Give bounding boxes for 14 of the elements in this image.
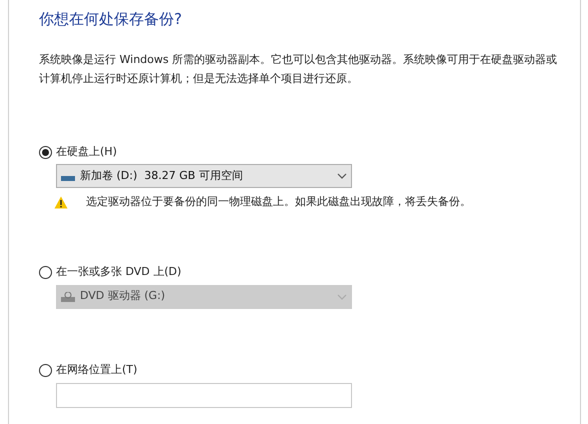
network-location-field[interactable]	[56, 382, 352, 408]
page-title: 你想在何处保存备份?	[39, 9, 183, 30]
option-label: 在一张或多张 DVD 上(D)	[56, 264, 182, 280]
warning-text: 选定驱动器位于要备份的同一物理磁盘上。如果此磁盘出现故障，将丢失备份。	[86, 194, 471, 210]
chevron-down-icon	[337, 173, 347, 179]
option-label: 在网络位置上(T)	[56, 362, 138, 378]
radio-button[interactable]	[39, 364, 52, 377]
radio-button[interactable]	[39, 146, 52, 158]
chevron-down-icon	[337, 294, 347, 300]
warning-icon	[54, 196, 68, 209]
drive-icon	[61, 292, 75, 302]
description-text: 系统映像是运行 Windows 所需的驱动器副本。它也可以包含其他驱动器。系统映像可用于在硬盘驱动器或计算机停止运行时还原计算机；但是无法选择单个项目进行还原。	[39, 52, 558, 87]
drive-select[interactable]: 新加卷 (D:) 38.27 GB 可用空间	[56, 164, 352, 188]
option-label: 在硬盘上(H)	[56, 144, 117, 160]
